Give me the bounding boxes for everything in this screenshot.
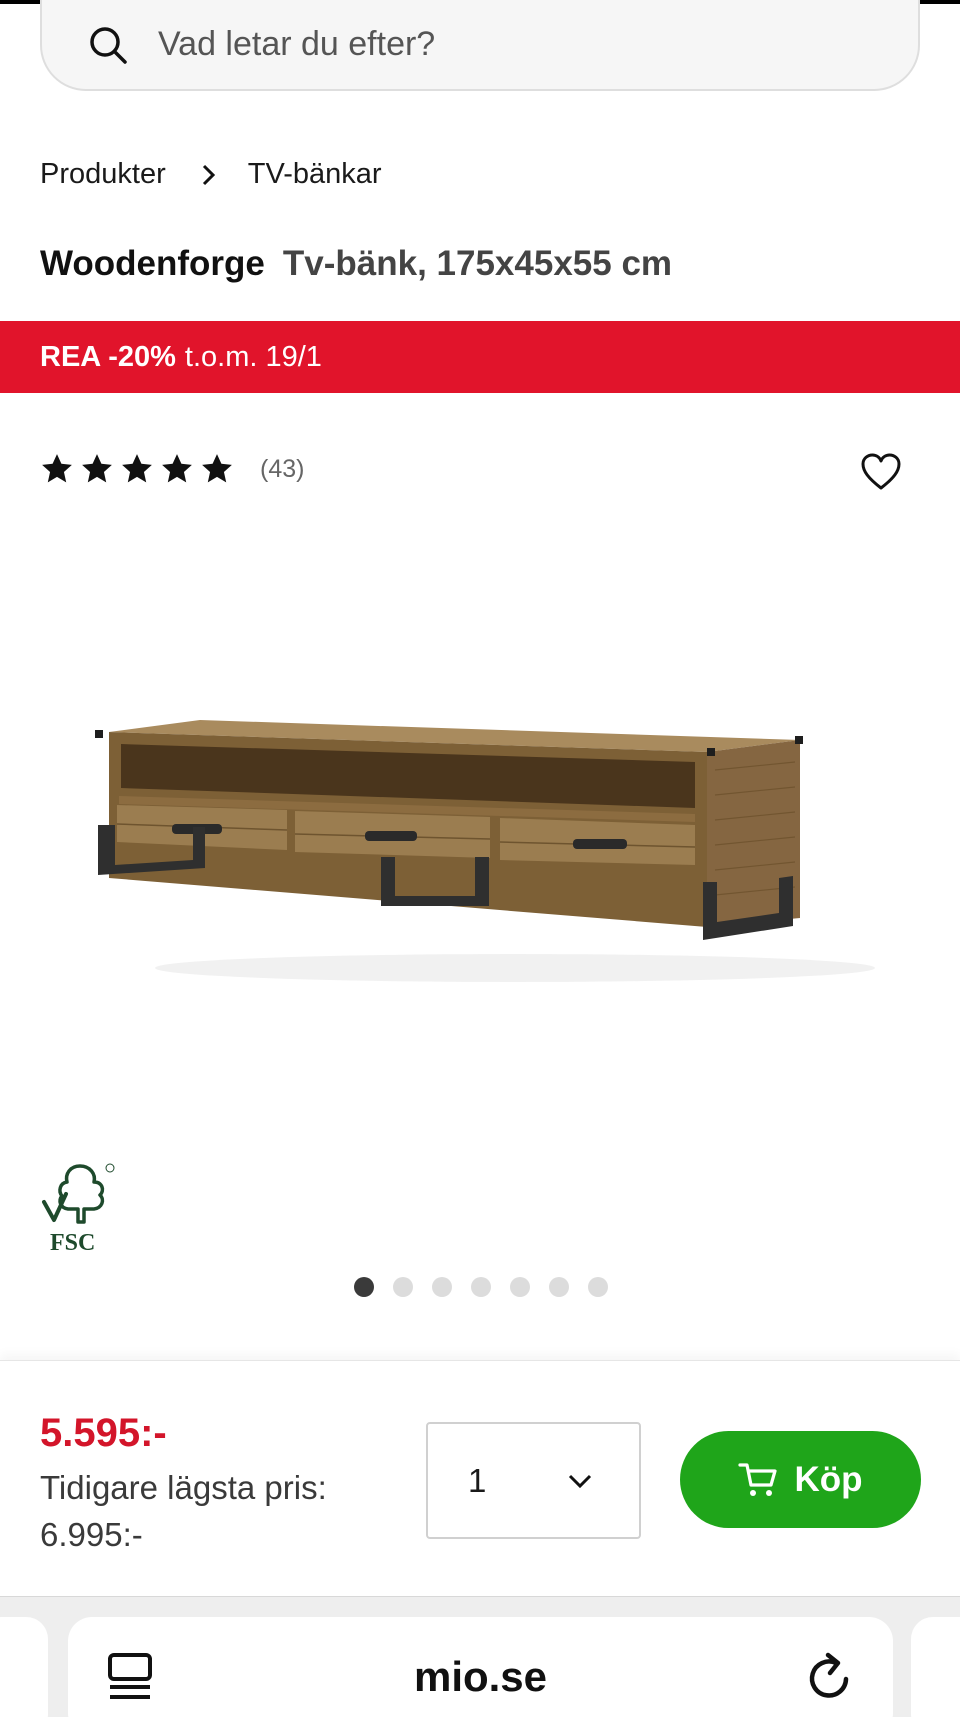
star-icon xyxy=(42,454,72,483)
product-title: Woodenforge Tv-bänk, 175x45x55 cm xyxy=(40,244,672,284)
buy-bar: 5.595:- Tidigare lägsta pris: 6.995:- 1 … xyxy=(0,1360,960,1596)
star-icon xyxy=(162,454,192,483)
product-brand[interactable]: Woodenforge xyxy=(40,244,265,283)
gallery-dot[interactable] xyxy=(393,1277,413,1297)
fsc-label: FSC xyxy=(50,1230,96,1256)
product-description: Tv-bänk, 175x45x55 cm xyxy=(282,244,673,283)
gallery-pagination xyxy=(354,1277,608,1297)
star-icon xyxy=(122,454,152,483)
star-icon xyxy=(202,454,232,483)
sale-banner: REA -20% t.o.m. 19/1 xyxy=(0,321,960,393)
search-bar[interactable]: Vad letar du efter? xyxy=(40,0,920,91)
gallery-dot[interactable] xyxy=(549,1277,569,1297)
rating[interactable]: (43) xyxy=(40,452,304,486)
fsc-logo: FSC xyxy=(40,1160,130,1256)
breadcrumb-tv-benches[interactable]: TV-bänkar xyxy=(248,158,382,191)
buy-label: Köp xyxy=(794,1459,863,1499)
gallery-dot[interactable] xyxy=(588,1277,608,1297)
review-count[interactable]: (43) xyxy=(260,455,304,484)
search-icon xyxy=(90,26,127,64)
sale-period: t.o.m. 19/1 xyxy=(184,340,322,373)
reload-icon[interactable] xyxy=(806,1651,854,1703)
previous-tab[interactable] xyxy=(0,1617,48,1717)
gallery-dot[interactable] xyxy=(432,1277,452,1297)
price: 5.595:- xyxy=(40,1411,167,1455)
star-icon xyxy=(82,454,112,483)
quantity-value: 1 xyxy=(468,1461,487,1499)
rating-stars xyxy=(40,452,234,486)
chevron-down-icon xyxy=(568,1474,592,1488)
previous-price-label: Tidigare lägsta pris: xyxy=(40,1469,327,1506)
address-bar[interactable]: mio.se xyxy=(68,1617,893,1717)
buy-button[interactable]: Köp xyxy=(680,1431,921,1528)
cart-icon xyxy=(738,1462,778,1496)
breadcrumb-products[interactable]: Produkter xyxy=(40,158,166,191)
breadcrumb: Produkter TV-bänkar xyxy=(40,158,382,191)
quantity-select[interactable]: 1 xyxy=(426,1422,641,1539)
sale-discount: REA -20% xyxy=(40,340,176,373)
previous-price: 6.995:- xyxy=(40,1516,143,1553)
next-tab[interactable] xyxy=(911,1617,960,1717)
product-image[interactable] xyxy=(95,700,885,1040)
gallery-dot[interactable] xyxy=(354,1277,374,1297)
search-input[interactable]: Vad letar du efter? xyxy=(158,25,435,64)
address-domain[interactable]: mio.se xyxy=(68,1653,893,1701)
chevron-right-icon xyxy=(198,163,218,187)
browser-toolbar: mio.se xyxy=(0,1596,960,1717)
gallery-dot[interactable] xyxy=(510,1277,530,1297)
heart-icon[interactable] xyxy=(860,452,902,492)
gallery-dot[interactable] xyxy=(471,1277,491,1297)
